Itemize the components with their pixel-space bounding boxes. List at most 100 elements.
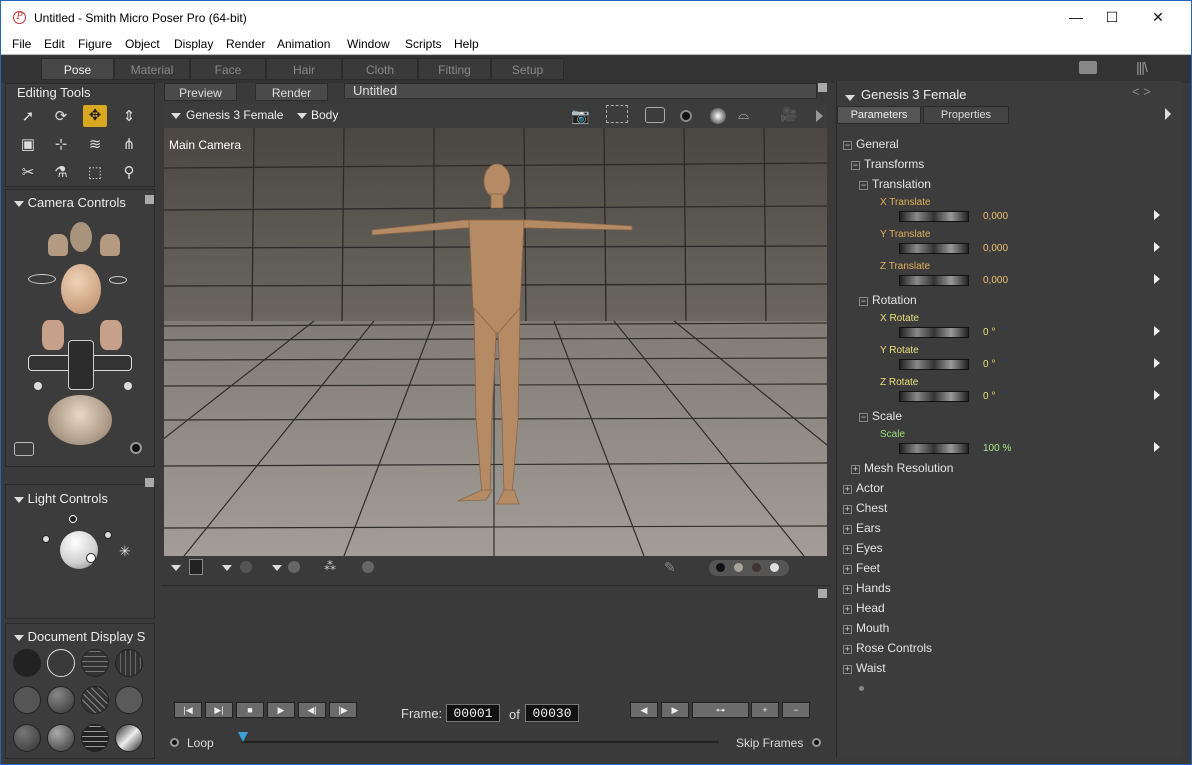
collapse-triangle-icon[interactable]: [14, 634, 24, 641]
wireframe-style-icon[interactable]: [81, 649, 109, 677]
x-translate-dial[interactable]: [899, 211, 969, 222]
skip-frames-radio[interactable]: [812, 738, 821, 747]
group-ears[interactable]: Ears: [856, 521, 881, 535]
group-transforms[interactable]: Transforms: [864, 157, 924, 171]
param-menu-arrow-icon[interactable]: [1154, 442, 1160, 452]
tab-properties[interactable]: Properties: [923, 106, 1009, 124]
x-translate-value[interactable]: 0,000: [983, 211, 1008, 222]
outline-style-icon[interactable]: [47, 649, 75, 677]
history-back-forward-icon[interactable]: < >: [1132, 84, 1151, 99]
group-chest[interactable]: Chest: [856, 501, 887, 515]
figure-selector[interactable]: Genesis 3 Female: [186, 108, 283, 122]
scale-camera-hand-left-icon[interactable]: [42, 320, 64, 350]
translate-tool-icon[interactable]: ✥: [83, 105, 107, 127]
group-rotation[interactable]: Rotation: [872, 293, 917, 307]
library-icon[interactable]: |||\: [1136, 59, 1160, 75]
camera-dot-icon[interactable]: [124, 382, 132, 390]
collapse-icon[interactable]: −: [859, 297, 868, 306]
panel-menu-icon[interactable]: [818, 589, 827, 598]
body-part-dropdown-icon[interactable]: [297, 113, 307, 119]
chain-break-icon[interactable]: ⋔: [117, 134, 141, 156]
param-menu-arrow-icon[interactable]: [1154, 210, 1160, 220]
expand-icon[interactable]: +: [843, 665, 852, 674]
param-menu-arrow-icon[interactable]: [1154, 274, 1160, 284]
sun-light-icon[interactable]: ✳: [119, 543, 131, 560]
lit-wireframe-style-icon[interactable]: [13, 686, 41, 714]
figure-model[interactable]: [164, 128, 827, 556]
close-button[interactable]: ✕: [1135, 1, 1181, 33]
smooth-shaded-style-icon[interactable]: [47, 724, 75, 752]
area-render-icon[interactable]: [606, 105, 628, 123]
body-part-selector[interactable]: Body: [311, 108, 338, 122]
scale-tool-icon[interactable]: ▣: [16, 134, 40, 156]
move-y-camera-icon[interactable]: [68, 340, 94, 390]
collapse-icon[interactable]: −: [851, 161, 860, 170]
group-mesh-resolution[interactable]: Mesh Resolution: [864, 461, 953, 475]
room-tab-material[interactable]: Material: [114, 58, 190, 80]
grouping-tool-icon[interactable]: ⚗: [49, 162, 73, 184]
z-translate-dial[interactable]: [899, 275, 969, 286]
room-tab-fitting[interactable]: Fitting: [418, 58, 491, 80]
swatch-beige-icon[interactable]: [734, 563, 743, 572]
panel-menu-icon[interactable]: [818, 83, 827, 92]
next-frame-button[interactable]: |▶: [329, 702, 357, 718]
group-waist[interactable]: Waist: [856, 661, 886, 675]
y-translate-dial[interactable]: [899, 243, 969, 254]
go-to-start-button[interactable]: |◀: [174, 702, 202, 718]
twist-tool-icon[interactable]: ⊹: [49, 134, 73, 156]
expand-icon[interactable]: +: [843, 505, 852, 514]
face-camera-head-icon[interactable]: [61, 264, 101, 314]
next-key-button[interactable]: ▶: [661, 702, 689, 718]
expand-icon[interactable]: +: [843, 565, 852, 574]
swatch-white-icon[interactable]: [770, 563, 779, 572]
pencil-icon[interactable]: ✎: [664, 559, 676, 576]
light-handle-icon[interactable]: [69, 515, 77, 523]
room-tab-face[interactable]: Face: [190, 58, 266, 80]
expand-icon[interactable]: +: [843, 605, 852, 614]
panel-menu-icon[interactable]: [145, 195, 154, 204]
menu-render[interactable]: Render: [226, 37, 265, 51]
chat-icon[interactable]: [1079, 61, 1097, 74]
room-tab-pose[interactable]: Pose: [41, 58, 114, 80]
ground-shadow-color-icon[interactable]: [189, 559, 203, 575]
cartoon-style-icon[interactable]: [115, 686, 143, 714]
menu-figure[interactable]: Figure: [78, 37, 112, 51]
ground-plane-icon[interactable]: ⌓: [738, 106, 749, 123]
color-tool-icon[interactable]: ✂: [16, 162, 40, 184]
roll-right-icon[interactable]: [109, 276, 127, 284]
total-frames-field[interactable]: 00030: [525, 704, 579, 722]
camera-icon[interactable]: 📷: [571, 107, 590, 125]
tab-render[interactable]: Render: [255, 83, 328, 101]
move-vertical-icon[interactable]: ⇕: [117, 106, 141, 128]
previous-key-button[interactable]: ◀: [630, 702, 658, 718]
x-rotate-dial[interactable]: [899, 327, 969, 338]
flyaround-camera-icon[interactable]: [14, 442, 34, 456]
sphere-render-icon[interactable]: [680, 110, 692, 122]
toolbar-more-icon[interactable]: [816, 110, 823, 122]
previous-frame-button[interactable]: ◀|: [298, 702, 326, 718]
group-feet[interactable]: Feet: [856, 561, 880, 575]
dropdown-icon[interactable]: [272, 565, 282, 571]
param-menu-arrow-icon[interactable]: [1154, 358, 1160, 368]
trackball-icon[interactable]: [48, 395, 112, 445]
expand-icon[interactable]: +: [843, 525, 852, 534]
flat-shaded-style-icon[interactable]: [47, 686, 75, 714]
add-key-button[interactable]: +: [751, 702, 779, 718]
light-sphere-icon[interactable]: [60, 531, 98, 569]
light-handle-icon[interactable]: [42, 535, 50, 543]
dolly-camera-head-icon[interactable]: [70, 222, 92, 252]
group-actor[interactable]: Actor: [856, 481, 884, 495]
menu-help[interactable]: Help: [454, 37, 479, 51]
expand-icon[interactable]: +: [843, 585, 852, 594]
tab-parameters[interactable]: Parameters: [837, 106, 921, 124]
hidden-line-style-icon[interactable]: [115, 649, 143, 677]
menu-scripts[interactable]: Scripts: [405, 37, 442, 51]
group-general[interactable]: General: [856, 137, 899, 151]
camera-animate-toggle-icon[interactable]: [130, 442, 142, 454]
param-menu-arrow-icon[interactable]: [1154, 326, 1160, 336]
timeline-track[interactable]: [241, 741, 719, 743]
menu-edit[interactable]: Edit: [44, 37, 65, 51]
group-head[interactable]: Head: [856, 601, 885, 615]
menu-file[interactable]: File: [12, 37, 31, 51]
param-menu-arrow-icon[interactable]: [1154, 242, 1160, 252]
